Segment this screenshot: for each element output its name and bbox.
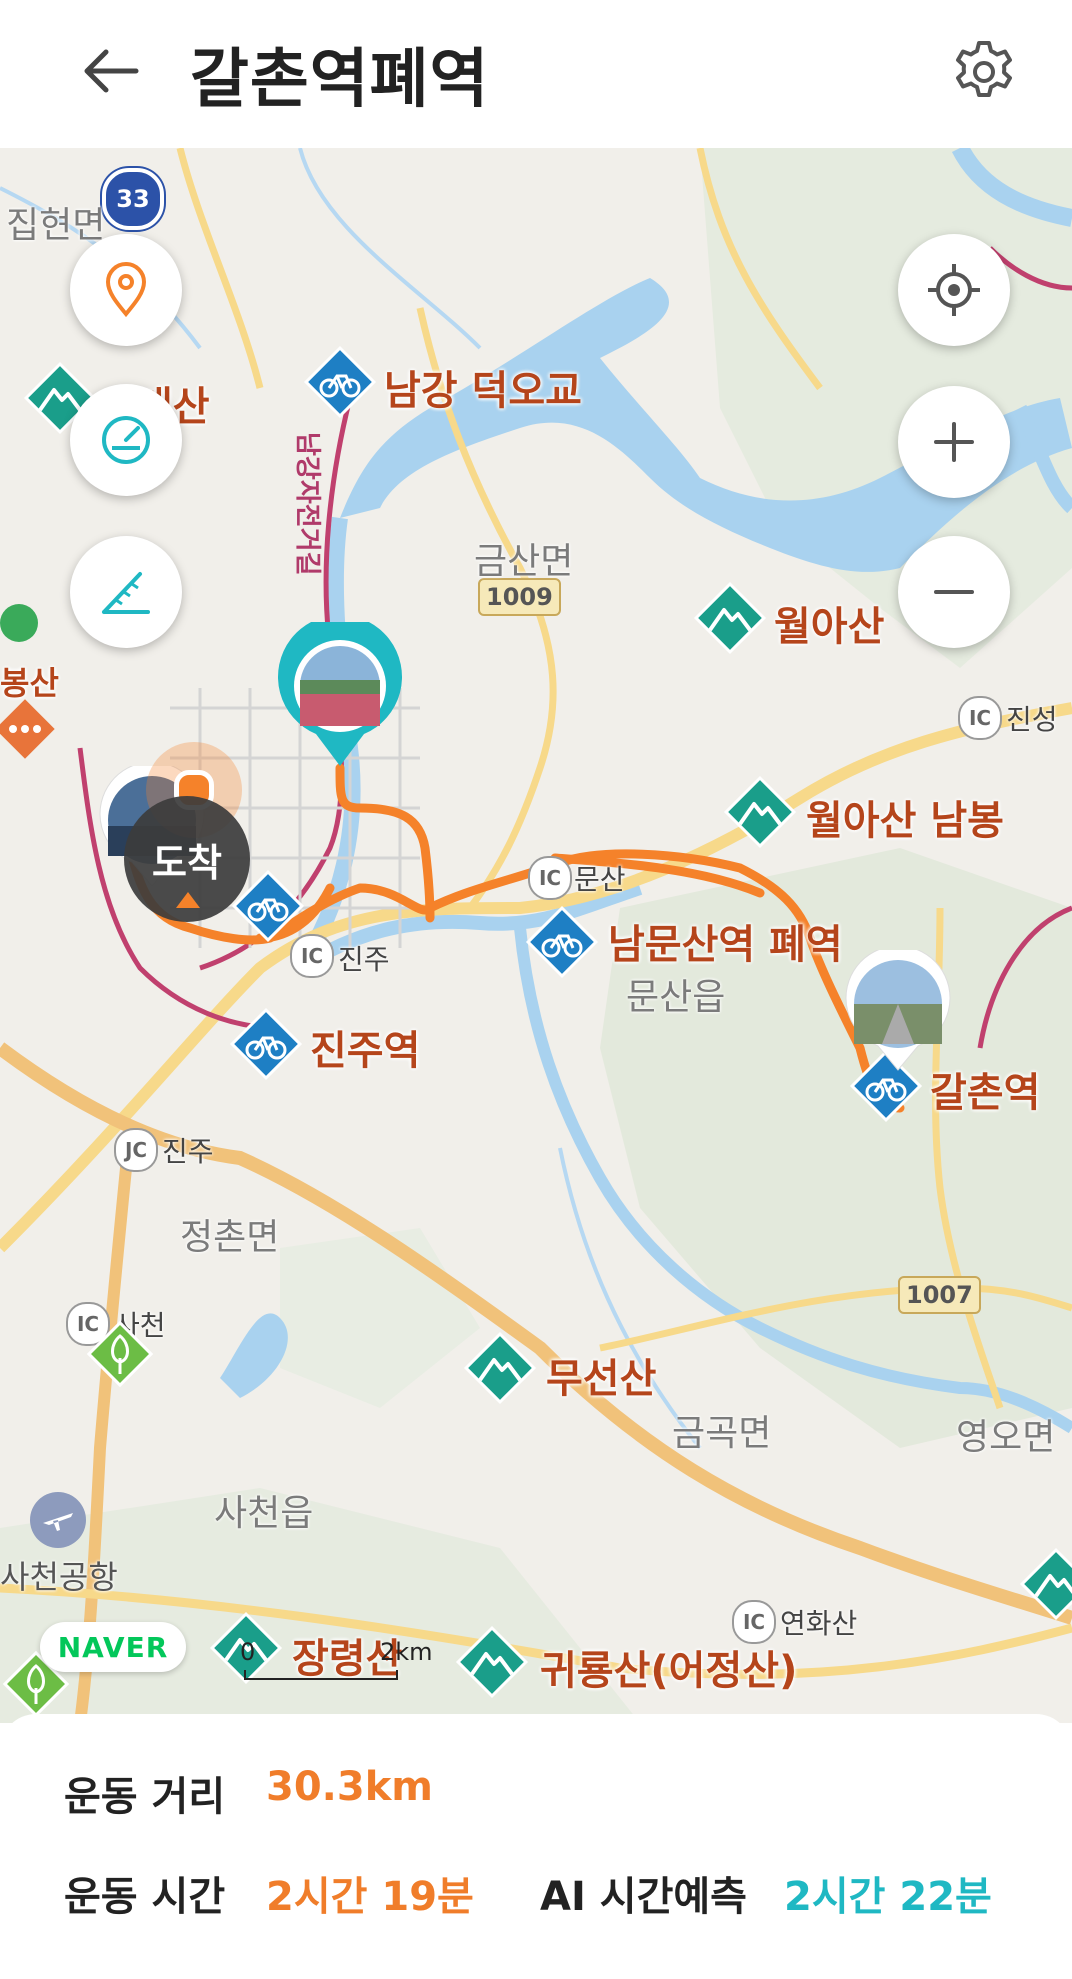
time-value: 2시간 19분 — [266, 1874, 474, 1920]
distance-value: 30.3km — [266, 1764, 433, 1810]
zoom-in-icon — [934, 422, 974, 462]
town-label: 금곡면 — [672, 1413, 772, 1454]
place-label: 월아산 남봉 — [806, 798, 1004, 844]
tree-icon — [86, 1320, 154, 1388]
ic-label: 진주 — [162, 1135, 214, 1168]
mountain-marker[interactable] — [720, 772, 800, 856]
heading-arrow-icon — [176, 892, 200, 908]
my-location-button[interactable] — [898, 234, 1010, 346]
bike-spot-marker[interactable] — [302, 344, 378, 424]
road-number-badge: 1007 — [898, 1276, 981, 1314]
town-label: 집현면 — [6, 205, 106, 246]
mountain-marker[interactable] — [460, 1328, 540, 1412]
my-location-icon — [928, 264, 980, 316]
more-marker[interactable] — [0, 694, 60, 768]
place-label: 귀룡산(어정산) — [540, 1648, 798, 1694]
town-label: 사천읍 — [214, 1493, 314, 1534]
place-label: 월아산 — [774, 604, 885, 650]
photo-pin-icon — [845, 945, 951, 1071]
ai-prediction-value: 2시간 22분 — [784, 1874, 992, 1920]
bicycle-icon — [229, 1007, 303, 1081]
gear-icon — [956, 41, 1012, 97]
photo-pin[interactable] — [842, 945, 954, 1078]
park-marker[interactable] — [84, 1318, 156, 1394]
location-pin-icon — [105, 262, 147, 318]
mountain-icon — [455, 1625, 529, 1699]
road-number-badge: 33 — [102, 168, 164, 230]
mountain-icon — [723, 775, 797, 849]
zoom-out-icon — [934, 590, 974, 594]
town-label: 정촌면 — [180, 1217, 280, 1258]
speedometer-button[interactable] — [70, 384, 182, 496]
ic-badge: IC — [958, 696, 1002, 740]
mountain-marker[interactable] — [452, 1622, 532, 1706]
ruler-icon — [102, 572, 150, 614]
more-dots-icon — [0, 699, 55, 759]
back-button[interactable] — [70, 36, 150, 106]
scale-start-label: 0 — [240, 1638, 256, 1666]
location-pin-button[interactable] — [70, 234, 182, 346]
photo-pin-teal[interactable] — [276, 614, 404, 776]
map-view[interactable]: 1009 1007 33 IC 진성 IC 진주 IC 문산 JC 진주 IC … — [0, 148, 1072, 1723]
scale-bar — [244, 1670, 398, 1680]
mountain-icon — [463, 1331, 537, 1405]
workout-stats-panel: 운동 거리 30.3km 운동 시간 2시간 19분 AI 시간예측 2시간 2… — [0, 1714, 1072, 1979]
airport-label: 사천공항 — [0, 1558, 118, 1596]
ic-label: 진주 — [338, 943, 390, 976]
place-label: 남문산역 폐역 — [608, 922, 843, 968]
time-label: 운동 시간 — [64, 1874, 226, 1920]
bicycle-icon — [303, 345, 377, 419]
ic-label: 진성 — [1006, 703, 1058, 736]
ruler-button[interactable] — [70, 536, 182, 648]
arrow-left-icon — [84, 49, 139, 93]
town-label: 문산읍 — [626, 977, 726, 1018]
settings-button[interactable] — [944, 32, 1024, 112]
scale-end-label: 2km — [380, 1638, 433, 1666]
mountain-small-icon — [0, 604, 38, 642]
ic-badge: IC — [528, 856, 572, 900]
mountain-icon — [1019, 1547, 1072, 1621]
speedometer-icon — [102, 416, 150, 464]
zoom-in-button[interactable] — [898, 386, 1010, 498]
place-label: 진주역 — [310, 1028, 421, 1074]
ic-label: 문산 — [574, 863, 626, 896]
mountain-icon — [693, 581, 767, 655]
bike-spot-marker[interactable] — [228, 1006, 304, 1086]
naver-logo: NAVER — [40, 1622, 186, 1672]
place-label: 남강 덕오교 — [384, 368, 582, 414]
ic-label: 연화산 — [780, 1607, 858, 1640]
bike-spot-marker[interactable] — [524, 904, 600, 984]
app-header: 갈촌역폐역 — [0, 0, 1072, 148]
mountain-marker[interactable] — [1016, 1544, 1072, 1628]
airplane-icon — [30, 1492, 86, 1548]
mountain-marker[interactable] — [690, 578, 770, 662]
place-label: 무선산 — [546, 1356, 657, 1402]
photo-pin-icon — [278, 614, 402, 766]
page-title: 갈촌역폐역 — [190, 43, 490, 117]
bicycle-icon — [525, 905, 599, 979]
town-label: 영오면 — [956, 1417, 1056, 1458]
bike-route-label: 남강자전거길 — [292, 432, 322, 576]
jc-badge: JC — [114, 1128, 158, 1172]
town-label: 금산면 — [474, 541, 574, 582]
ai-prediction-label: AI 시간예측 — [540, 1874, 747, 1920]
zoom-out-button[interactable] — [898, 536, 1010, 648]
distance-label: 운동 거리 — [64, 1774, 226, 1820]
